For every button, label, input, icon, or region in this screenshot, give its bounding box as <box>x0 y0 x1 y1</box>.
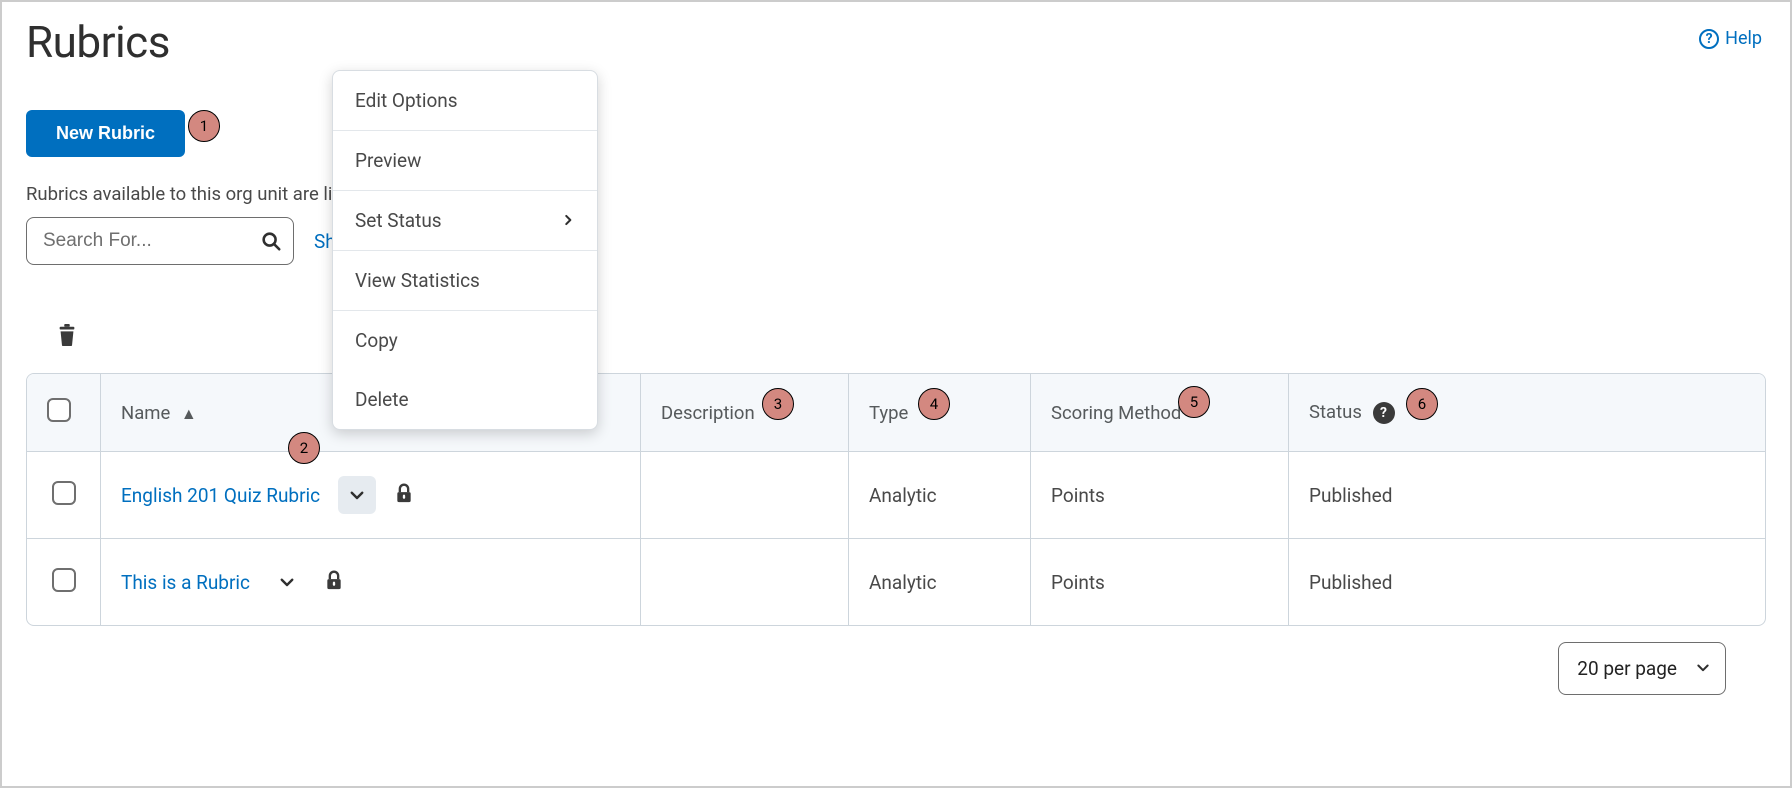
rubric-context-menu: Edit Options Preview Set Status View Sta… <box>332 70 598 430</box>
menu-preview-label: Preview <box>355 149 421 172</box>
rubric-method-cell: Points <box>1031 452 1289 539</box>
page-title: Rubrics <box>26 16 170 68</box>
lock-icon <box>324 569 344 596</box>
column-description-label: Description <box>661 402 755 424</box>
status-help-icon[interactable]: ? <box>1373 402 1395 424</box>
callout-3: 3 <box>762 388 794 420</box>
menu-edit-options-label: Edit Options <box>355 89 458 112</box>
rubric-type-cell: Analytic <box>849 539 1031 625</box>
rubric-name-link[interactable]: English 201 Quiz Rubric <box>121 484 320 507</box>
callout-1: 1 <box>188 110 220 142</box>
page-size-select[interactable]: 20 per page <box>1558 642 1726 695</box>
table-row: This is a Rubric Analytic Points Publish… <box>27 539 1765 625</box>
column-type-label: Type <box>869 402 908 424</box>
rubrics-table: Name ▲ Description Type Scoring Method S… <box>26 373 1766 626</box>
rubric-name-link[interactable]: This is a Rubric <box>121 571 250 594</box>
table-row: English 201 Quiz Rubric Analytic Points … <box>27 452 1765 539</box>
search-input[interactable] <box>26 217 294 265</box>
rubric-method-cell: Points <box>1031 539 1289 625</box>
lock-icon <box>394 482 414 509</box>
delete-selected-button[interactable] <box>56 323 1766 351</box>
callout-2: 2 <box>288 432 320 464</box>
help-link-label: Help <box>1725 28 1762 49</box>
rubric-type-cell: Analytic <box>849 452 1031 539</box>
rubric-status-cell: Published <box>1289 452 1765 539</box>
callout-5: 5 <box>1178 386 1210 418</box>
rubric-status-cell: Published <box>1289 539 1765 625</box>
select-all-header <box>27 374 101 452</box>
menu-copy-label: Copy <box>355 329 398 352</box>
column-description-header[interactable]: Description <box>641 374 849 452</box>
select-all-checkbox[interactable] <box>47 398 71 422</box>
callout-4: 4 <box>918 388 950 420</box>
column-name-label: Name <box>121 402 170 424</box>
menu-set-status-label: Set Status <box>355 209 442 232</box>
callout-6: 6 <box>1406 388 1438 420</box>
rubric-description-cell <box>641 452 849 539</box>
menu-set-status[interactable]: Set Status <box>333 191 597 251</box>
sort-asc-icon: ▲ <box>181 404 197 423</box>
help-icon: ? <box>1699 29 1719 49</box>
page-size-label: 20 per page <box>1577 657 1677 680</box>
row-checkbox[interactable] <box>52 481 76 505</box>
chevron-down-icon <box>1695 657 1711 680</box>
help-link[interactable]: ? Help <box>1699 28 1762 49</box>
column-scoring-method-header[interactable]: Scoring Method <box>1031 374 1289 452</box>
chevron-right-icon <box>561 209 575 232</box>
new-rubric-button[interactable]: New Rubric <box>26 110 185 157</box>
column-status-header[interactable]: Status ? <box>1289 374 1765 452</box>
row-checkbox[interactable] <box>52 568 76 592</box>
rubric-description-cell <box>641 539 849 625</box>
menu-view-statistics[interactable]: View Statistics <box>333 251 597 311</box>
menu-delete-label: Delete <box>355 388 409 411</box>
org-unit-subtext: Rubrics available to this org unit are l… <box>26 183 1766 205</box>
menu-edit-options[interactable]: Edit Options <box>333 71 597 131</box>
search-icon[interactable] <box>260 230 282 252</box>
column-scoring-method-label: Scoring Method <box>1051 402 1181 424</box>
menu-copy[interactable]: Copy <box>333 311 597 370</box>
column-status-label: Status <box>1309 401 1362 423</box>
menu-view-statistics-label: View Statistics <box>355 269 480 292</box>
menu-delete[interactable]: Delete <box>333 370 597 429</box>
rubric-actions-button[interactable] <box>268 563 306 601</box>
menu-preview[interactable]: Preview <box>333 131 597 191</box>
rubric-actions-button[interactable] <box>338 476 376 514</box>
